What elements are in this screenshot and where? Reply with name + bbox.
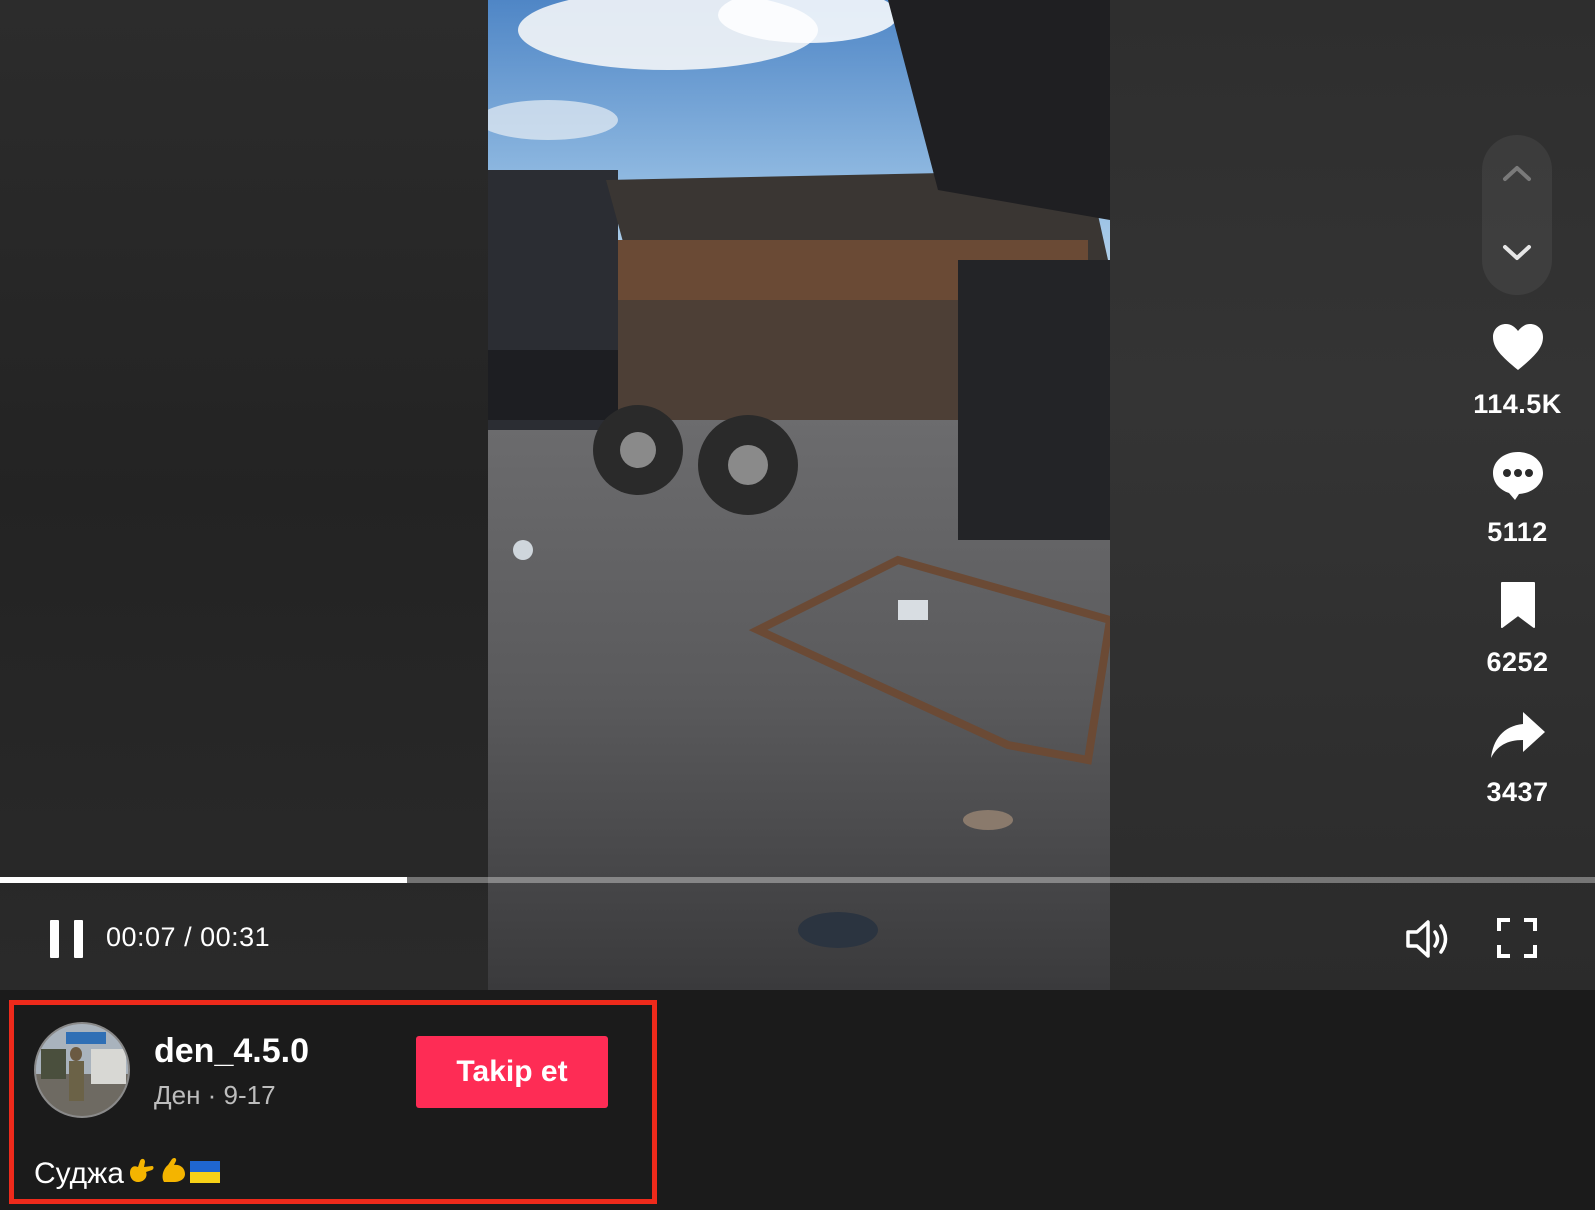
like-action[interactable]: 114.5K bbox=[1455, 315, 1580, 420]
call-me-hand-emoji bbox=[126, 1155, 156, 1193]
next-video-button[interactable] bbox=[1482, 218, 1552, 288]
pause-button[interactable] bbox=[50, 920, 84, 958]
volume-button[interactable] bbox=[1405, 918, 1453, 960]
volume-icon bbox=[1406, 920, 1448, 958]
author-meta: Ден · 9-17 bbox=[154, 1080, 276, 1110]
save-count: 6252 bbox=[1486, 647, 1549, 677]
pause-icon bbox=[50, 920, 59, 958]
previous-video-button[interactable] bbox=[1482, 138, 1552, 208]
like-count: 114.5K bbox=[1473, 389, 1562, 419]
blurred-backdrop-left bbox=[0, 0, 488, 990]
chevron-down-icon bbox=[1503, 245, 1531, 260]
comment-icon bbox=[1492, 452, 1543, 500]
follow-button[interactable]: Takip et bbox=[416, 1036, 608, 1108]
duration: 00:31 bbox=[200, 922, 271, 952]
author-username[interactable]: den_4.5.0 bbox=[154, 1032, 309, 1071]
save-action[interactable]: 6252 bbox=[1455, 573, 1580, 678]
progress-fill bbox=[0, 877, 407, 883]
playback-time: 00:07 / 00:31 bbox=[106, 922, 271, 952]
pause-icon-bar bbox=[74, 920, 83, 958]
video-still-image bbox=[488, 0, 1110, 990]
video-frame[interactable] bbox=[488, 0, 1110, 990]
fullscreen-button[interactable] bbox=[1497, 918, 1537, 958]
post-date: 9-17 bbox=[223, 1080, 276, 1110]
comment-action[interactable]: 5112 bbox=[1455, 443, 1580, 548]
avatar[interactable] bbox=[34, 1022, 130, 1118]
fullscreen-icon bbox=[1497, 918, 1537, 958]
ukraine-flag-emoji bbox=[189, 1157, 220, 1191]
heart-icon bbox=[1492, 324, 1543, 370]
author-nickname: Ден bbox=[154, 1080, 201, 1110]
video-player[interactable]: 114.5K 5112 6252 3437 00:07 / 00:31 bbox=[0, 0, 1595, 990]
flexed-biceps-emoji bbox=[158, 1155, 188, 1193]
comment-count: 5112 bbox=[1487, 517, 1548, 547]
chevron-up-icon bbox=[1503, 166, 1531, 181]
video-progress-bar[interactable] bbox=[0, 877, 1595, 883]
share-count: 3437 bbox=[1486, 777, 1549, 807]
share-icon bbox=[1490, 712, 1545, 758]
caption-text: Суджа bbox=[34, 1157, 124, 1190]
share-action[interactable]: 3437 bbox=[1455, 703, 1580, 808]
video-caption: Суджа bbox=[34, 1155, 220, 1193]
current-time: 00:07 bbox=[106, 922, 177, 952]
bookmark-icon bbox=[1500, 582, 1535, 628]
avatar-image bbox=[36, 1024, 128, 1116]
